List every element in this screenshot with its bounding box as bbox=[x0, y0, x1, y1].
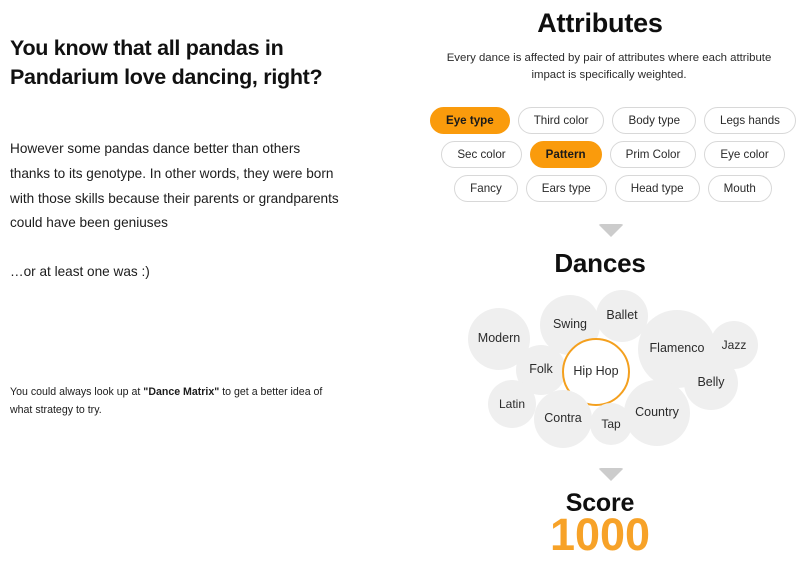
dances-bubble-cluster: Modern Swing Ballet Flamenco Jazz Folk Hip Hop… bbox=[400, 290, 800, 460]
attributes-description: Every dance is affected by pair of attri… bbox=[446, 52, 772, 81]
hint-prefix: You could always look up at bbox=[10, 386, 144, 398]
intro-panel: You know that all pandas in Pandarium lo… bbox=[0, 0, 400, 563]
dance-bubble-contra[interactable]: Contra bbox=[534, 390, 592, 448]
attribute-pill-head-type[interactable]: Head type bbox=[614, 175, 700, 202]
attribute-pill-prim-color[interactable]: Prim Color bbox=[609, 141, 697, 168]
attribute-pill-eye-color[interactable]: Eye color bbox=[704, 141, 785, 168]
attribute-pill-body-type[interactable]: Body type bbox=[612, 107, 697, 134]
attribute-pill-third-color[interactable]: Third color bbox=[517, 107, 605, 134]
chevron-down-icon bbox=[598, 468, 624, 481]
score-value: 1000 bbox=[549, 509, 651, 560]
game-panel: Attributes Every dance is affected by pa… bbox=[400, 0, 800, 563]
attribute-row: Fancy Ears type Head type Mouth bbox=[426, 175, 800, 202]
intro-aside: …or at least one was :) bbox=[10, 264, 150, 280]
attribute-pill-mouth[interactable]: Mouth bbox=[707, 175, 772, 202]
page-title: You know that all pandas in Pandarium lo… bbox=[10, 36, 323, 89]
attribute-pill-sec-color[interactable]: Sec color bbox=[441, 141, 522, 168]
attribute-row: Sec color Pattern Prim Color Eye color bbox=[426, 141, 800, 168]
attribute-row: Eye type Third color Body type Legs hands bbox=[426, 107, 800, 134]
dances-heading: Dances bbox=[554, 248, 646, 278]
intro-paragraph: However some pandas dance better than ot… bbox=[10, 141, 339, 231]
dance-matrix-hint: You could always look up at "Dance Matri… bbox=[10, 384, 340, 420]
attribute-pill-fancy[interactable]: Fancy bbox=[454, 175, 518, 202]
attribute-pill-legs-hands[interactable]: Legs hands bbox=[704, 107, 796, 134]
dance-bubble-latin[interactable]: Latin bbox=[488, 380, 536, 428]
chevron-down-icon bbox=[598, 224, 624, 237]
attribute-pill-ears-type[interactable]: Ears type bbox=[525, 175, 607, 202]
attribute-pill-pattern[interactable]: Pattern bbox=[529, 141, 602, 168]
attributes-heading: Attributes bbox=[537, 8, 663, 38]
dance-bubble-belly[interactable]: Belly bbox=[684, 356, 738, 410]
attributes-grid: Eye type Third color Body type Legs hands Se… bbox=[426, 107, 800, 209]
dance-bubble-country[interactable]: Country bbox=[624, 380, 690, 446]
dance-matrix-link[interactable]: "Dance Matrix" bbox=[143, 386, 219, 398]
attribute-pill-eye-type[interactable]: Eye type bbox=[430, 107, 510, 134]
